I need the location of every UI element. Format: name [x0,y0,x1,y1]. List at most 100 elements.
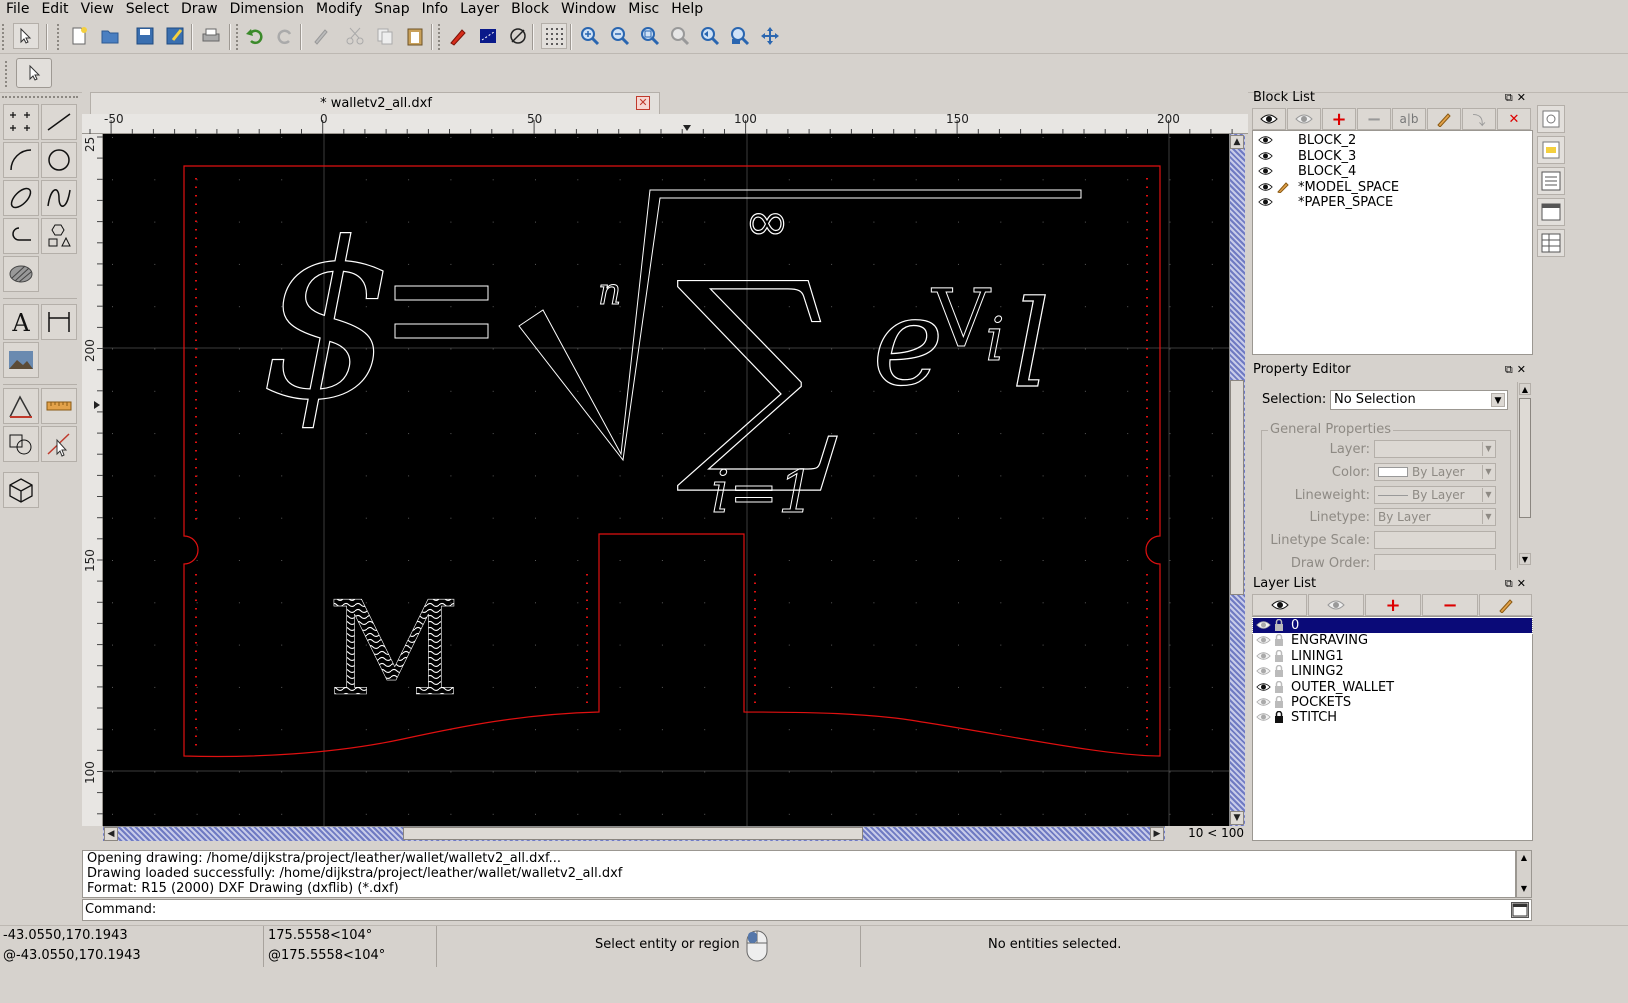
text-tool[interactable]: A [3,304,39,340]
add-block-icon[interactable]: + [1322,108,1356,130]
layer-list-item[interactable]: LINING2 [1253,664,1532,679]
pan-button[interactable] [757,23,783,49]
draw-pen-button[interactable] [445,23,471,49]
close-dock-icon[interactable]: ✕ [1517,91,1530,104]
command-options-button[interactable] [1511,902,1529,918]
scroll-up-arrow-icon[interactable]: ▲ [1230,135,1244,149]
background-button[interactable] [475,23,501,49]
property-field[interactable]: By Layer ▼ [1374,485,1496,504]
edit-layer-button[interactable] [1479,594,1532,616]
dock-toggle-button[interactable] [1537,136,1565,164]
property-editor-scrollbar[interactable]: ▲ ▼ [1517,382,1532,568]
toolbar-grip[interactable] [57,24,61,50]
rename-block-icon[interactable]: a|b [1392,108,1426,130]
shapes-tool[interactable] [41,218,77,254]
zoom-auto-button[interactable] [637,23,663,49]
lock-icon[interactable] [1274,711,1284,724]
selection-dropdown[interactable]: No Selection ▼ [1330,390,1508,410]
property-field[interactable]: By Layer ▼ [1374,508,1496,527]
modify-tool[interactable] [3,426,39,462]
spline-tool[interactable] [41,180,77,216]
menu-layer[interactable]: Layer [454,0,505,19]
vertical-scroll-thumb[interactable] [1230,380,1244,595]
undo-button[interactable] [242,23,268,49]
zoom-in-button[interactable] [577,23,603,49]
cut-button[interactable] [342,23,368,49]
insert-block-icon[interactable]: ⤵ [1462,108,1496,130]
block-list-item[interactable]: BLOCK_3 [1253,149,1532,164]
zoom-window-button[interactable] [697,23,723,49]
zoom-out-button[interactable] [607,23,633,49]
menu-edit[interactable]: Edit [35,0,74,19]
show-all-blocks-button[interactable] [1252,108,1286,130]
points-tool[interactable] [3,104,39,140]
eye-icon[interactable] [1256,696,1271,708]
eye-icon[interactable] [1258,181,1273,193]
eye-icon[interactable] [1258,165,1273,177]
open-file-button[interactable] [97,23,123,49]
layer-list-item[interactable]: OUTER_WALLET [1253,680,1532,695]
layer-list-item[interactable]: LINING1 [1253,649,1532,664]
menu-snap[interactable]: Snap [368,0,415,19]
menu-modify[interactable]: Modify [310,0,368,19]
property-field[interactable]: By Layer ▼ [1374,462,1496,481]
zoom-previous-button[interactable] [667,23,693,49]
circle-tool[interactable] [41,142,77,178]
select-pointer-button[interactable] [13,23,39,49]
show-all-layers-button[interactable] [1252,594,1307,616]
eye-icon[interactable] [1256,665,1271,677]
menu-file[interactable]: File [0,0,35,19]
copy-button[interactable] [372,23,398,49]
menu-window[interactable]: Window [555,0,622,19]
scroll-up-arrow-icon[interactable]: ▲ [1518,852,1530,864]
print-button[interactable] [198,23,224,49]
delete-block-icon[interactable]: ✕ [1497,108,1531,130]
edit-button[interactable] [308,23,334,49]
menu-info[interactable]: Info [416,0,455,19]
layer-list-item[interactable]: POCKETS [1253,695,1532,710]
dimension-tool[interactable] [41,304,77,340]
select-entity-button[interactable] [16,58,52,88]
eye-icon[interactable] [1258,134,1273,146]
block-list-item[interactable]: *MODEL_SPACE [1253,180,1532,195]
toolbar-grip[interactable] [438,24,442,50]
lock-icon[interactable] [1274,634,1284,647]
menu-draw[interactable]: Draw [175,0,224,19]
toolbar-grip[interactable] [5,61,9,87]
block-list-item[interactable]: *PAPER_SPACE [1253,195,1532,210]
select-tool[interactable] [41,426,77,462]
layer-list-item[interactable]: 0 [1252,617,1533,634]
draft-mode-button[interactable] [505,23,531,49]
scroll-up-arrow-icon[interactable]: ▲ [1519,383,1531,395]
property-field[interactable]: ▼ [1374,440,1496,458]
new-file-button[interactable] [66,23,92,49]
save-as-button[interactable] [162,23,188,49]
eye-icon[interactable] [1256,650,1271,662]
eye-icon[interactable] [1256,711,1271,723]
hide-all-layers-button[interactable] [1308,594,1364,616]
eye-icon[interactable] [1256,634,1271,646]
lock-icon[interactable] [1274,664,1284,678]
property-field[interactable] [1374,554,1496,570]
dock-toggle-button[interactable] [1537,229,1565,257]
command-line[interactable]: Command: [82,899,1532,921]
lock-icon[interactable] [1274,680,1284,693]
save-button[interactable] [132,23,158,49]
lock-icon[interactable] [1274,649,1284,662]
toolbar-grip[interactable] [236,24,240,50]
menu-help[interactable]: Help [665,0,709,19]
lock-icon[interactable] [1274,695,1284,708]
drawing-canvas[interactable]: $ n ∞ ∑ i=1 e V i l M [103,134,1229,826]
hide-all-blocks-button[interactable] [1287,108,1321,130]
toggle-grid-button[interactable] [541,23,567,49]
document-tab[interactable]: * walletv2_all.dxf ✕ [90,92,660,114]
block-list-item[interactable]: BLOCK_4 [1253,164,1532,179]
hatch-tool[interactable] [3,256,39,292]
arc-tool[interactable] [3,142,39,178]
redo-button[interactable] [272,23,298,49]
scroll-down-arrow-icon[interactable]: ▼ [1230,811,1244,825]
eye-icon[interactable] [1258,196,1273,208]
paste-button[interactable] [402,23,428,49]
menu-dimension[interactable]: Dimension [224,0,310,19]
dock-toggle-button[interactable] [1537,105,1565,133]
